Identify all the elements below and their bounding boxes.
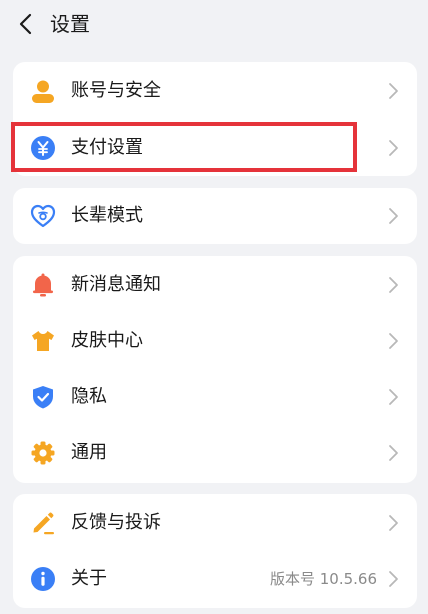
settings-group-elder: 长辈模式	[13, 188, 417, 244]
settings-group-support: 反馈与投诉 关于 版本号 10.5.66	[13, 494, 417, 608]
settings-item-account-security[interactable]: 账号与安全	[13, 63, 417, 119]
yuan-icon	[30, 135, 56, 161]
settings-item-privacy[interactable]: 隐私	[13, 369, 417, 425]
chevron-left-icon	[19, 13, 32, 35]
header-bar: 设置	[0, 0, 428, 50]
settings-group-account: 账号与安全 支付设置	[13, 62, 417, 176]
chevron-right-icon	[387, 82, 399, 100]
settings-item-feedback[interactable]: 反馈与投诉	[13, 495, 417, 551]
chevron-right-icon	[387, 570, 399, 588]
heart-elder-icon	[30, 203, 56, 229]
info-icon	[30, 566, 56, 592]
settings-item-label: 通用	[71, 442, 107, 463]
bell-icon	[30, 272, 56, 298]
settings-item-label: 反馈与投诉	[71, 512, 161, 533]
chevron-right-icon	[387, 444, 399, 462]
settings-group-general: 新消息通知 皮肤中心 隐私 通用	[13, 256, 417, 483]
settings-item-payment[interactable]: 支付设置	[13, 120, 417, 176]
settings-item-label: 关于	[71, 568, 107, 589]
tshirt-icon	[30, 328, 56, 354]
settings-item-label: 皮肤中心	[71, 330, 143, 351]
settings-item-notifications[interactable]: 新消息通知	[13, 257, 417, 313]
chevron-right-icon	[387, 276, 399, 294]
version-number: 版本号 10.5.66	[269, 570, 377, 588]
settings-item-label: 支付设置	[71, 137, 143, 158]
settings-item-label: 新消息通知	[71, 274, 161, 295]
settings-item-general[interactable]: 通用	[13, 425, 417, 481]
settings-item-label: 长辈模式	[71, 205, 143, 226]
settings-item-elder-mode[interactable]: 长辈模式	[13, 188, 417, 244]
gear-icon	[30, 440, 56, 466]
settings-item-about[interactable]: 关于 版本号 10.5.66	[13, 551, 417, 607]
chevron-right-icon	[387, 139, 399, 157]
chevron-right-icon	[387, 207, 399, 225]
settings-item-skin-center[interactable]: 皮肤中心	[13, 313, 417, 369]
chevron-right-icon	[387, 514, 399, 532]
chevron-right-icon	[387, 332, 399, 350]
shield-check-icon	[30, 384, 56, 410]
pencil-icon	[30, 510, 56, 536]
page-title: 设置	[50, 12, 90, 36]
settings-item-label: 隐私	[71, 386, 107, 407]
settings-item-label: 账号与安全	[71, 80, 161, 101]
chevron-right-icon	[387, 388, 399, 406]
back-button[interactable]	[16, 12, 38, 36]
user-icon	[30, 78, 56, 104]
